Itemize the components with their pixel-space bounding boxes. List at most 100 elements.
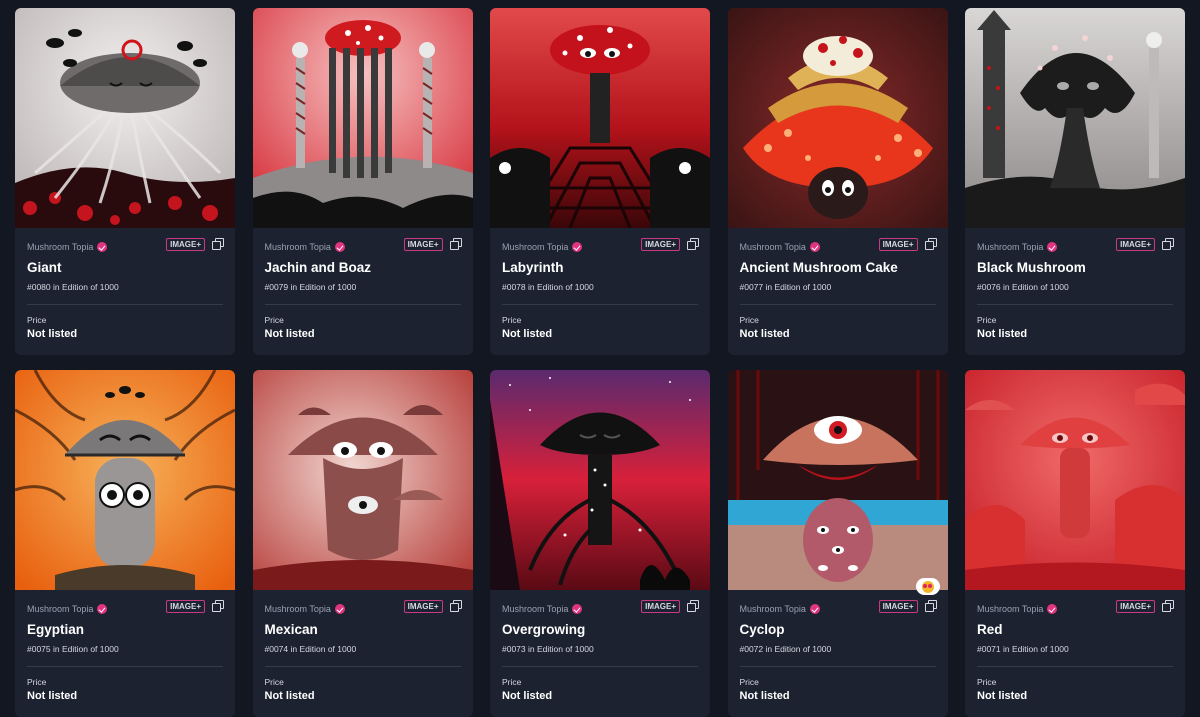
nft-title[interactable]: Overgrowing [502,622,698,640]
edition-info: #0078 in Edition of 1000 [502,282,594,292]
artwork-image[interactable] [15,8,235,228]
price-label: Price [977,315,997,325]
multiple-editions-icon [449,600,462,612]
multiple-editions-icon [924,600,937,612]
nft-title[interactable]: Giant [27,260,223,278]
price-label: Price [739,677,759,687]
artwork-image[interactable] [252,8,473,228]
nft-card[interactable]: Mushroom Topia IMAGE+ Overgrowing #0073 … [490,370,710,717]
artwork-image[interactable] [490,8,710,228]
divider [27,666,223,667]
creator-name[interactable]: Mushroom Topia [740,242,806,252]
creator-name[interactable]: Mushroom Topia [502,604,568,614]
verified-check-icon [334,604,345,614]
artwork-image[interactable] [15,370,235,590]
price-value: Not listed [27,690,78,702]
price-label: Price [502,677,522,687]
media-type-badge: IMAGE+ [1116,600,1155,613]
multiple-editions-icon [212,600,224,612]
media-type-badge: IMAGE+ [166,600,205,613]
creator-name[interactable]: Mushroom Topia [27,604,93,614]
nft-title[interactable]: Jachin and Boaz [265,260,461,278]
verified-check-icon [334,242,345,252]
edition-info: #0071 in Edition of 1000 [977,644,1069,654]
price-label: Price [977,677,997,687]
edition-info: #0073 in Edition of 1000 [502,644,594,654]
media-type-badge: IMAGE+ [878,238,918,251]
artwork-image[interactable] [727,8,948,228]
price-label: Price [264,677,284,687]
nft-title[interactable]: Cyclop [740,622,936,640]
multiple-editions-icon [1162,600,1174,612]
price-label: Price [739,315,759,325]
verified-check-icon [809,604,820,614]
nft-card[interactable]: Mushroom Topia IMAGE+ Giant #0080 in Edi… [15,8,235,355]
verified-check-icon [572,604,583,614]
edition-info: #0079 in Edition of 1000 [264,282,357,292]
price-value: Not listed [739,328,790,340]
divider [739,304,936,305]
verified-check-icon [809,242,820,252]
edition-info: #0077 in Edition of 1000 [739,282,832,292]
divider [977,304,1173,305]
artwork-image[interactable] [965,370,1185,590]
price-value: Not listed [264,328,315,340]
artwork-image[interactable] [252,370,473,590]
divider [739,666,936,667]
nft-card[interactable]: Mushroom Topia IMAGE+ Cyclop #0072 in Ed… [727,370,948,717]
creator-name[interactable]: Mushroom Topia [977,242,1043,252]
artwork-image[interactable] [965,8,1185,228]
price-value: Not listed [502,690,553,702]
price-value: Not listed [977,328,1028,340]
verified-check-icon [97,242,108,252]
artwork-image[interactable] [490,370,710,590]
creator-name[interactable]: Mushroom Topia [740,604,806,614]
edition-info: #0074 in Edition of 1000 [264,644,357,654]
nft-title[interactable]: Black Mushroom [977,260,1173,278]
multiple-editions-icon [924,238,937,250]
multiple-editions-icon [212,238,224,250]
nft-title[interactable]: Ancient Mushroom Cake [740,260,936,278]
creator-name[interactable]: Mushroom Topia [265,242,331,252]
nft-title[interactable]: Labyrinth [502,260,698,278]
multiple-editions-icon [687,238,699,250]
price-label: Price [27,315,47,325]
nft-card[interactable]: Mushroom Topia IMAGE+ Egyptian #0075 in … [15,370,235,717]
divider [502,304,698,305]
divider [977,666,1173,667]
price-value: Not listed [739,690,790,702]
media-type-badge: IMAGE+ [1116,238,1155,251]
multiple-editions-icon [449,238,462,250]
media-type-badge: IMAGE+ [641,238,680,251]
edition-info: #0075 in Edition of 1000 [27,644,119,654]
divider [27,304,223,305]
creator-name[interactable]: Mushroom Topia [977,604,1043,614]
nft-title[interactable]: Mexican [265,622,461,640]
nft-card[interactable]: Mushroom Topia IMAGE+ Ancient Mushroom C… [727,8,948,355]
nft-card[interactable]: Mushroom Topia IMAGE+ Jachin and Boaz #0… [252,8,473,355]
price-label: Price [502,315,522,325]
nft-title[interactable]: Red [977,622,1173,640]
creator-name[interactable]: Mushroom Topia [502,242,568,252]
price-value: Not listed [27,328,78,340]
artwork-image[interactable] [727,370,948,590]
media-type-badge: IMAGE+ [878,600,918,613]
edition-info: #0076 in Edition of 1000 [977,282,1069,292]
nft-card[interactable]: Mushroom Topia IMAGE+ Labyrinth #0078 in… [490,8,710,355]
multiple-editions-icon [687,600,699,612]
verified-check-icon [572,242,583,252]
multiple-editions-icon [1162,238,1174,250]
creator-name[interactable]: Mushroom Topia [265,604,331,614]
nft-card[interactable]: Mushroom Topia IMAGE+ Black Mushroom #00… [965,8,1185,355]
media-type-badge: IMAGE+ [641,600,680,613]
nft-title[interactable]: Egyptian [27,622,223,640]
creator-name[interactable]: Mushroom Topia [27,242,93,252]
verified-check-icon [1047,242,1058,252]
price-label: Price [264,315,284,325]
divider [264,304,461,305]
nft-card[interactable]: Mushroom Topia IMAGE+ Red #0071 in Editi… [965,370,1185,717]
verified-check-icon [1047,604,1058,614]
nft-card-grid: Mushroom Topia IMAGE+ Giant #0080 in Edi… [15,8,1185,717]
verified-check-icon [97,604,108,614]
nft-card[interactable]: Mushroom Topia IMAGE+ Mexican #0074 in E… [252,370,473,717]
